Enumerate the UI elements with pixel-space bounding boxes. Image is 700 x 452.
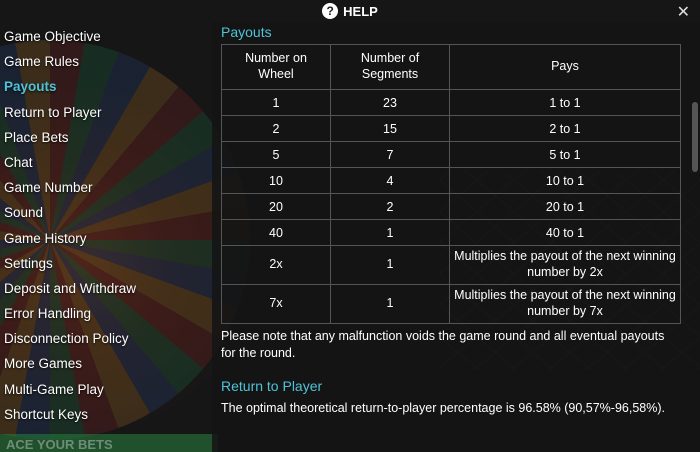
cell-number: 7x bbox=[221, 284, 331, 324]
sidebar-item-payouts[interactable]: Payouts bbox=[0, 74, 212, 99]
help-header: ? HELP bbox=[0, 0, 700, 22]
header-number: Number on Wheel bbox=[221, 44, 331, 90]
sidebar-item-settings[interactable]: Settings bbox=[0, 251, 212, 276]
cell-pays: 20 to 1 bbox=[449, 193, 681, 220]
sidebar-item-sound[interactable]: Sound bbox=[0, 200, 212, 225]
sidebar-item-more-games[interactable]: More Games bbox=[0, 351, 212, 376]
sidebar-item-chat[interactable]: Chat bbox=[0, 150, 212, 175]
sidebar-item-game-number[interactable]: Game Number bbox=[0, 175, 212, 200]
cell-pays: Multiplies the payout of the next winnin… bbox=[449, 284, 681, 324]
sidebar-item-game-objective[interactable]: Game Objective bbox=[0, 24, 212, 49]
cell-number: 2 bbox=[221, 115, 331, 142]
table-header-row: Number on Wheel Number of Segments Pays bbox=[221, 44, 681, 90]
nav-list: Game Objective Game Rules Payouts Return to… bbox=[0, 24, 212, 427]
rtp-title: Return to Player bbox=[221, 378, 323, 394]
cell-segments: 7 bbox=[330, 141, 450, 168]
cell-segments: 2 bbox=[330, 193, 450, 220]
sidebar-item-multi-game-play[interactable]: Multi-Game Play bbox=[0, 377, 212, 402]
cell-number: 10 bbox=[221, 167, 331, 194]
cell-segments: 1 bbox=[330, 284, 450, 324]
close-icon[interactable]: ✕ bbox=[677, 2, 690, 22]
place-bets-banner: ACE YOUR BETS bbox=[0, 434, 218, 452]
sidebar-item-return-to-player[interactable]: Return to Player bbox=[0, 100, 212, 125]
cell-number: 20 bbox=[221, 193, 331, 220]
table-row: 1 23 1 to 1 bbox=[221, 89, 681, 116]
cell-segments: 1 bbox=[330, 219, 450, 246]
table-row: 20 2 20 to 1 bbox=[221, 193, 681, 220]
sidebar-item-place-bets[interactable]: Place Bets bbox=[0, 125, 212, 150]
sidebar-item-deposit-and-withdraw[interactable]: Deposit and Withdraw bbox=[0, 276, 212, 301]
sidebar-item-disconnection-policy[interactable]: Disconnection Policy bbox=[0, 326, 212, 351]
header-pays: Pays bbox=[449, 44, 681, 90]
cell-number: 5 bbox=[221, 141, 331, 168]
cell-pays: 2 to 1 bbox=[449, 115, 681, 142]
cell-segments: 15 bbox=[330, 115, 450, 142]
payouts-title: Payouts bbox=[221, 24, 272, 40]
question-icon: ? bbox=[322, 3, 339, 19]
cell-number: 2x bbox=[221, 245, 331, 285]
help-title: HELP bbox=[343, 3, 378, 19]
cell-segments: 1 bbox=[330, 245, 450, 285]
table-row: 40 1 40 to 1 bbox=[221, 219, 681, 246]
help-content[interactable]: Payouts Number on Wheel Number of Segmen… bbox=[212, 22, 686, 452]
scroll-thumb[interactable] bbox=[692, 102, 698, 172]
cell-pays: 40 to 1 bbox=[449, 219, 681, 246]
cell-segments: 4 bbox=[330, 167, 450, 194]
cell-pays: Multiplies the payout of the next winnin… bbox=[449, 245, 681, 285]
cell-number: 40 bbox=[221, 219, 331, 246]
scrollbar[interactable] bbox=[686, 22, 700, 452]
cell-pays: 10 to 1 bbox=[449, 167, 681, 194]
sidebar-item-shortcut-keys[interactable]: Shortcut Keys bbox=[0, 402, 212, 427]
payouts-table: Number on Wheel Number of Segments Pays … bbox=[221, 44, 681, 324]
cell-segments: 23 bbox=[330, 89, 450, 116]
cell-pays: 1 to 1 bbox=[449, 89, 681, 116]
sidebar-item-game-history[interactable]: Game History bbox=[0, 226, 212, 251]
header-segments: Number of Segments bbox=[330, 44, 450, 90]
table-row: 2x 1 Multiplies the payout of the next win… bbox=[221, 245, 681, 285]
cell-pays: 5 to 1 bbox=[449, 141, 681, 168]
rtp-text: The optimal theoretical return-to-player… bbox=[221, 401, 665, 415]
cell-number: 1 bbox=[221, 89, 331, 116]
help-sidebar: Game Objective Game Rules Payouts Return to… bbox=[0, 24, 218, 452]
sidebar-item-game-rules[interactable]: Game Rules bbox=[0, 49, 212, 74]
table-row: 7x 1 Multiplies the payout of the next win… bbox=[221, 284, 681, 324]
table-row: 2 15 2 to 1 bbox=[221, 115, 681, 142]
table-row: 575 to 1 bbox=[221, 141, 681, 168]
sidebar-item-error-handling[interactable]: Error Handling bbox=[0, 301, 212, 326]
table-row: 10 4 10 to 1 bbox=[221, 167, 681, 194]
payouts-note: Please note that any malfunction voids t… bbox=[221, 329, 665, 360]
